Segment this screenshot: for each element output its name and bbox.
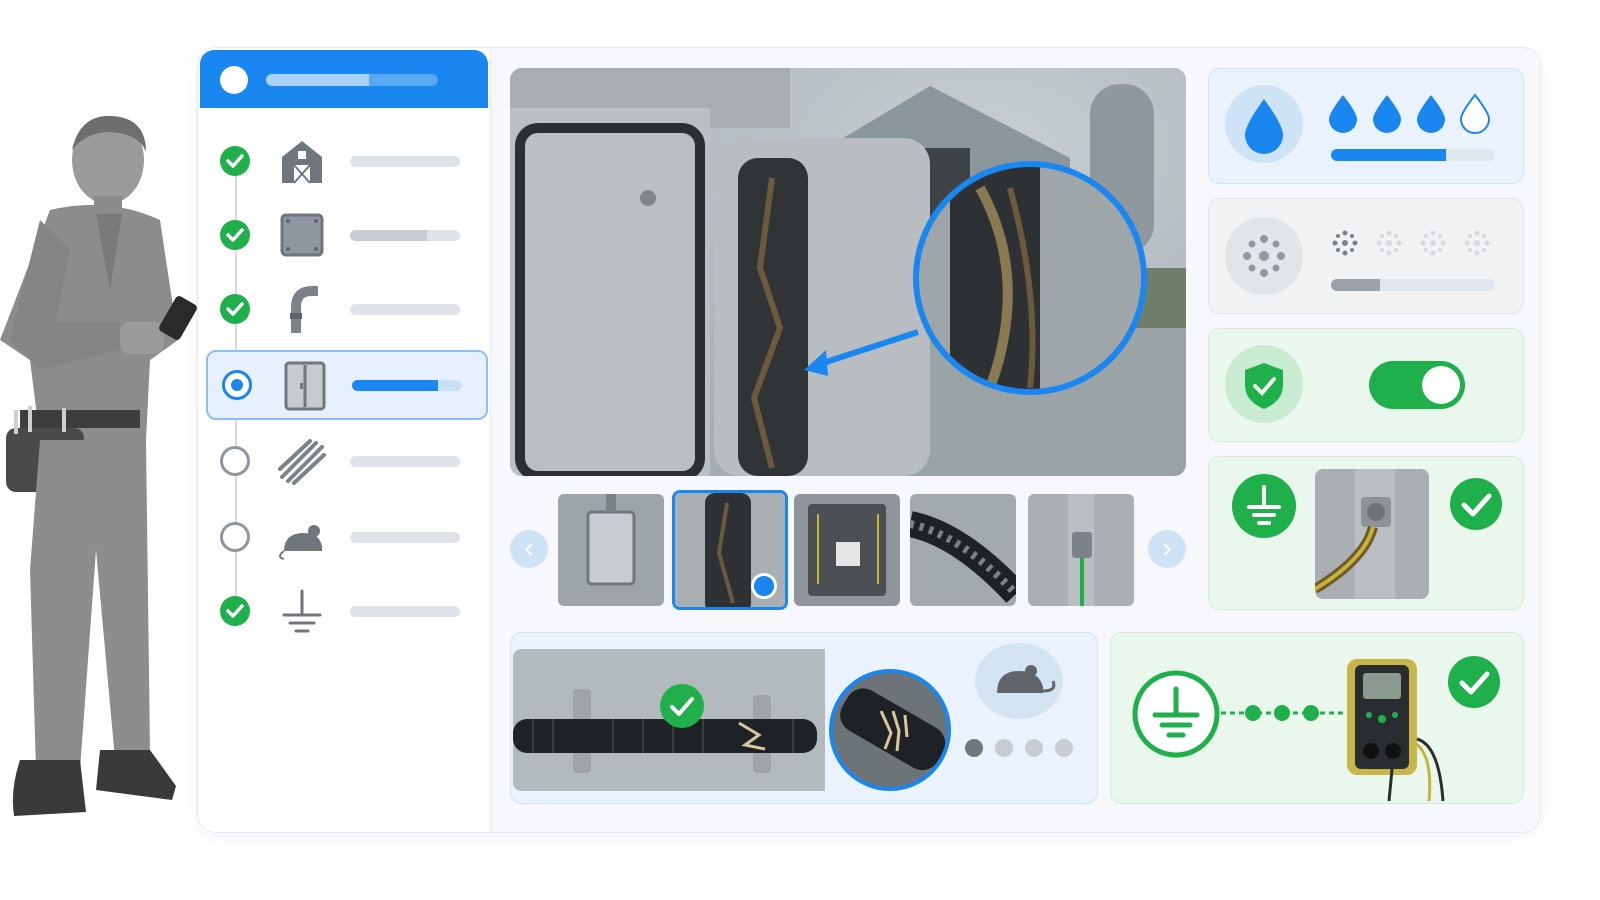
moisture-progress-fill: [1331, 149, 1446, 161]
barn-icon: [282, 141, 322, 184]
header-progress-fill: [266, 74, 370, 86]
seal-protection-card: [1208, 328, 1524, 442]
step-progress-bar: [350, 532, 460, 543]
step-progress-bar: [350, 606, 460, 617]
ground-clamp-photo[interactable]: [1315, 469, 1429, 599]
pending-step-icon: [220, 446, 250, 476]
moisture-level-card: [1208, 68, 1524, 184]
enclosure-door-icon: [284, 361, 326, 411]
ground-clamp-card: [1208, 456, 1524, 610]
shield-check-icon: [1245, 363, 1283, 409]
moisture-icon-circle: [1225, 85, 1303, 163]
step-progress-bar: [350, 456, 460, 467]
photo-thumbnail[interactable]: [910, 494, 1016, 606]
step-progress-bar: [350, 230, 460, 241]
rodent-icon: [975, 643, 1063, 719]
step-progress-bar: [350, 304, 460, 315]
pager-dot[interactable]: [1025, 739, 1043, 757]
checklist-step[interactable]: [206, 428, 484, 494]
next-photo-button[interactable]: ›: [1148, 530, 1186, 568]
checklist-step[interactable]: [206, 504, 484, 570]
moisture-progress-bar: [1331, 149, 1495, 161]
dust-progress-fill: [1331, 279, 1381, 291]
check-icon: [220, 596, 250, 626]
ground-continuity-card: [1110, 632, 1524, 804]
check-icon: [660, 684, 704, 728]
conduit-damage-card: [510, 632, 1098, 804]
step-progress-fill: [352, 380, 438, 391]
pager-dot[interactable]: [1055, 739, 1073, 757]
conduit-elbow-icon: [290, 286, 318, 333]
dust-icon: [1243, 235, 1285, 277]
header-progress-bar: [266, 74, 438, 86]
selected-indicator: [751, 573, 777, 599]
photo-thumbnail-selected[interactable]: [672, 490, 788, 610]
photo-thumbnail[interactable]: [1028, 494, 1134, 606]
rodent-icon: [279, 525, 322, 560]
dust-progress-bar: [1331, 279, 1495, 291]
cable-bundle-icon: [278, 439, 326, 485]
moisture-rating-drops: [1329, 93, 1491, 134]
moisture-drop: [1373, 95, 1401, 133]
step-progress-bar: [350, 156, 460, 167]
photo-thumbnail[interactable]: [794, 494, 900, 606]
dust-level-icon: [1420, 230, 1446, 256]
toggle-knob: [1422, 366, 1460, 404]
checklist-header: [200, 50, 488, 108]
pending-step-icon: [220, 522, 250, 552]
checklist-step[interactable]: [206, 350, 488, 420]
technician-illustration: [0, 115, 197, 816]
photo-thumbnail[interactable]: [558, 494, 664, 606]
enclosure-seal-photo[interactable]: [510, 68, 1186, 476]
checklist-step[interactable]: [206, 578, 484, 644]
moisture-drop: [1329, 95, 1357, 133]
continuity-connection-line: [1221, 705, 1349, 721]
dust-level-icon: [1376, 230, 1402, 256]
header-avatar-dot: [220, 66, 248, 94]
seal-ok-toggle[interactable]: [1369, 361, 1465, 409]
dust-icon-circle: [1225, 217, 1303, 295]
ground-symbol-icon: [1132, 670, 1220, 758]
moisture-drop: [1417, 95, 1445, 133]
shield-icon-circle: [1225, 345, 1303, 423]
step-progress-fill: [350, 230, 427, 241]
check-icon: [220, 146, 250, 176]
dust-level-icon: [1332, 230, 1358, 256]
multimeter-icon: [1347, 659, 1445, 801]
dust-level-card: [1208, 198, 1524, 314]
water-drop-icon: [1245, 99, 1283, 154]
junction-box-icon: [280, 213, 324, 257]
check-icon: [1450, 478, 1502, 530]
check-icon: [220, 294, 250, 324]
conduit-damage-zoom[interactable]: [827, 667, 953, 793]
checklist-step[interactable]: [206, 276, 484, 342]
step-progress-bar: [352, 380, 462, 391]
dust-level-icon: [1464, 230, 1490, 256]
checklist-step[interactable]: [206, 128, 484, 194]
current-step-icon: [222, 370, 252, 400]
check-icon: [1448, 656, 1500, 708]
checklist-step[interactable]: [206, 202, 484, 268]
pager-dot[interactable]: [965, 739, 983, 757]
conduit-photo-pager: [965, 739, 1085, 762]
pager-dot[interactable]: [995, 739, 1013, 757]
moisture-drop: [1459, 93, 1491, 134]
previous-photo-button[interactable]: ‹: [510, 530, 548, 568]
ground-symbol-icon: [1232, 474, 1296, 538]
check-icon: [220, 220, 250, 250]
dust-rating-icons: [1332, 230, 1490, 256]
ground-symbol-icon: [282, 589, 322, 633]
